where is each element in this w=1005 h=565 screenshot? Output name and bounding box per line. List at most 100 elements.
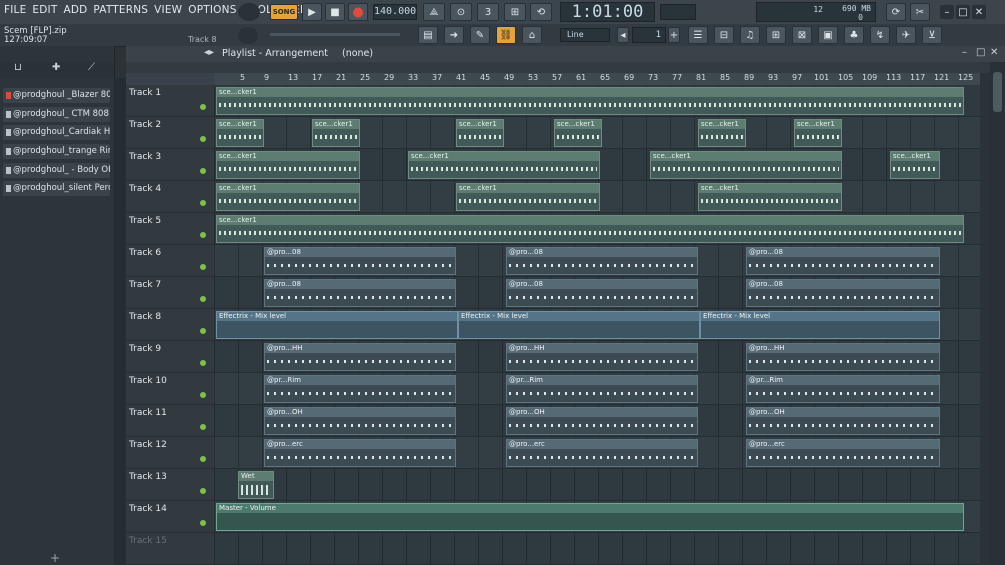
automation-clip[interactable]: Master - Volume xyxy=(216,503,964,531)
browser-view-button[interactable]: ⊠ xyxy=(792,26,812,44)
loop-record-button[interactable]: ⟲ xyxy=(530,3,552,21)
track-header[interactable]: Track 6 xyxy=(126,245,214,277)
piano-roll-view-button[interactable]: ♫ xyxy=(740,26,760,44)
track-lane[interactable]: Wet xyxy=(214,469,980,501)
audio-clip[interactable]: sce...cker1 xyxy=(312,119,360,147)
pattern-clip[interactable]: @pro...HH xyxy=(506,343,698,371)
audio-clip[interactable]: Wet xyxy=(238,471,274,499)
pattern-clip[interactable]: @pro...08 xyxy=(264,279,456,307)
step-add-button[interactable]: + xyxy=(668,27,680,43)
menu-view[interactable]: VIEW xyxy=(154,4,182,16)
track-mute-led[interactable] xyxy=(200,200,206,206)
maximize-button[interactable]: □ xyxy=(956,5,970,19)
track-lane[interactable]: Master - Volume xyxy=(214,501,980,533)
pattern-clip[interactable]: @pro...HH xyxy=(746,343,940,371)
pattern-clip[interactable]: @pro...08 xyxy=(506,279,698,307)
snap-mode-select[interactable]: Line xyxy=(560,28,610,42)
track-lane[interactable]: sce...cker1 sce...cker1 sce...cker1 sce.… xyxy=(214,149,980,181)
playlist-scrollbar[interactable] xyxy=(990,62,1005,565)
track-lane[interactable]: @pro...OH @pro...OH @pro...OH xyxy=(214,405,980,437)
pattern-clip[interactable]: @pro...OH xyxy=(746,407,940,435)
track-mute-led[interactable] xyxy=(200,360,206,366)
browser-item[interactable]: @prodghoul_ CTM 808 xyxy=(3,107,110,122)
track-header[interactable]: Track 11 xyxy=(126,405,214,437)
pattern-clip[interactable]: @pro...erc xyxy=(264,439,456,467)
track-header[interactable]: Track 4 xyxy=(126,181,214,213)
browser-item[interactable]: @prodghoul_ - Body OH xyxy=(3,163,110,178)
browser-scrollbar[interactable] xyxy=(114,78,126,565)
track-mute-led[interactable] xyxy=(200,264,206,270)
pattern-clip[interactable]: @pro...08 xyxy=(746,279,940,307)
pattern-clip[interactable]: @pro...08 xyxy=(506,247,698,275)
mixer-fx-button[interactable]: ♣ xyxy=(844,26,864,44)
audio-clip[interactable]: sce...cker1 xyxy=(456,119,504,147)
arrangement-grid[interactable]: sce...cker1 sce...cker1 sce...cker1 sce.… xyxy=(214,85,980,565)
track-mute-led[interactable] xyxy=(200,136,206,142)
track-lane[interactable]: Effectrix - Mix level Effectrix - Mix le… xyxy=(214,309,980,341)
track-header[interactable]: Track 15 xyxy=(126,533,214,565)
draw-tool-button[interactable]: ✎ xyxy=(470,26,490,44)
master-pitch-slider[interactable] xyxy=(270,33,400,36)
track-mute-led[interactable] xyxy=(200,232,206,238)
menu-file[interactable]: FILE xyxy=(4,4,26,16)
channel-rack-button[interactable]: ⊟ xyxy=(714,26,734,44)
track-lane[interactable]: @pro...08 @pro...08 @pro...08 xyxy=(214,277,980,309)
menu-options[interactable]: OPTIONS xyxy=(188,4,236,16)
playlist-minimize-icon[interactable]: – xyxy=(962,47,967,58)
audio-clip[interactable]: sce...cker1 xyxy=(216,119,264,147)
link-tool-button[interactable]: ⛓ xyxy=(496,26,516,44)
audio-clip[interactable]: sce...cker1 xyxy=(650,151,842,179)
track-mute-led[interactable] xyxy=(200,424,206,430)
step-back-button[interactable]: ◂ xyxy=(617,27,629,43)
playlist-breadcrumb[interactable]: (none) xyxy=(342,48,373,59)
track-header[interactable]: Track 7 xyxy=(126,277,214,309)
pattern-clip[interactable]: @pro...erc xyxy=(746,439,940,467)
track-header[interactable]: Track 2 xyxy=(126,117,214,149)
audio-clip[interactable]: sce...cker1 xyxy=(554,119,602,147)
browser-item[interactable]: @prodghoul _Blazer 808 xyxy=(3,88,110,103)
track-mute-led[interactable] xyxy=(200,392,206,398)
countdown-button[interactable]: 3 xyxy=(477,3,499,21)
track-header[interactable]: Track 3 xyxy=(126,149,214,181)
playlist-maximize-icon[interactable]: □ xyxy=(976,47,985,58)
track-mute-led[interactable] xyxy=(200,328,206,334)
browser-add-icon[interactable]: ✚ xyxy=(52,62,60,73)
track-mute-led[interactable] xyxy=(200,488,206,494)
track-mute-led[interactable] xyxy=(200,520,206,526)
master-volume-knob[interactable] xyxy=(238,3,260,21)
audio-clip[interactable]: sce...cker1 xyxy=(216,183,360,211)
track-header[interactable]: Track 5 xyxy=(126,213,214,245)
pattern-clip[interactable]: @pr...Rim xyxy=(506,375,698,403)
audio-clip[interactable]: sce...cker1 xyxy=(698,183,842,211)
step-value[interactable]: 1 xyxy=(632,27,666,43)
record-button[interactable]: ● xyxy=(348,3,368,21)
browser-tab-icon[interactable]: ⊔ xyxy=(14,62,22,73)
track-mute-led[interactable] xyxy=(200,456,206,462)
track-header[interactable]: Track 1 xyxy=(126,85,214,117)
track-lane[interactable]: sce...cker1 sce...cker1 sce...cker1 xyxy=(214,181,980,213)
audio-clip[interactable]: sce...cker1 xyxy=(890,151,940,179)
automation-clip[interactable]: Effectrix - Mix level xyxy=(216,311,458,339)
pattern-clip[interactable]: @pro...08 xyxy=(746,247,940,275)
track-mute-led[interactable] xyxy=(200,296,206,302)
browser-item[interactable]: @prodghoul_Cardiak HH xyxy=(3,125,110,140)
audio-clip[interactable]: sce...cker1 xyxy=(216,215,964,243)
tempo-tapper-button[interactable]: ↯ xyxy=(870,26,890,44)
song-position-display[interactable]: 1:01:00 xyxy=(560,2,655,22)
play-button[interactable]: ▶ xyxy=(302,3,322,21)
pattern-clip[interactable]: @pro...OH xyxy=(506,407,698,435)
track-header[interactable]: Track 10 xyxy=(126,373,214,405)
playlist-close-icon[interactable]: ✕ xyxy=(990,47,998,58)
track-header[interactable]: Track 8 xyxy=(126,309,214,341)
plugin-picker-button[interactable]: ▣ xyxy=(818,26,838,44)
track-mute-led[interactable] xyxy=(200,104,206,110)
audio-clip[interactable]: sce...cker1 xyxy=(408,151,600,179)
pattern-clip[interactable]: @pr...Rim xyxy=(746,375,940,403)
track-header[interactable]: Track 13 xyxy=(126,469,214,501)
track-lane[interactable]: @pro...HH @pro...HH @pro...HH xyxy=(214,341,980,373)
blend-notes-button[interactable]: ⊞ xyxy=(504,3,526,21)
pattern-clip[interactable]: @pro...erc xyxy=(506,439,698,467)
browser-tool-icon[interactable]: ⟋ xyxy=(88,62,95,73)
pattern-clip[interactable]: @pro...08 xyxy=(264,247,456,275)
track-header[interactable]: Track 12 xyxy=(126,437,214,469)
